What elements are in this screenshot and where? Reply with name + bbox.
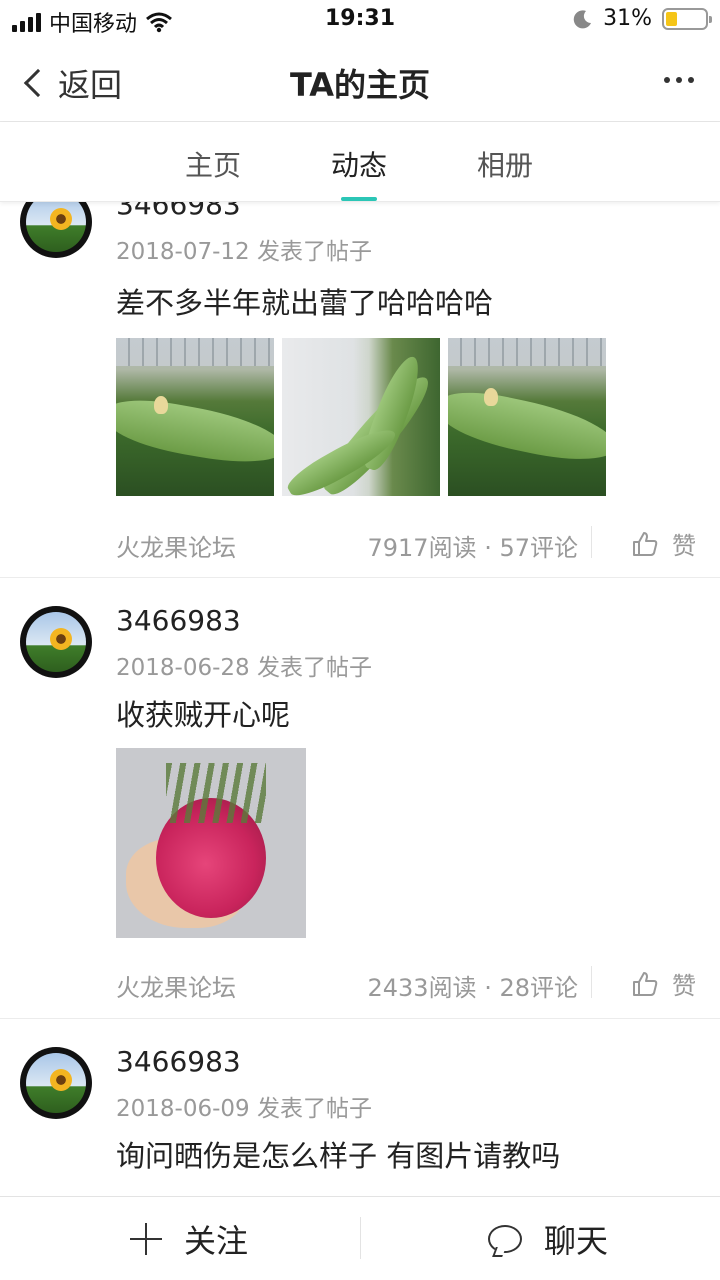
status-bar: 中国移动 19:31 31% (0, 0, 720, 40)
thumbs-up-icon (632, 971, 658, 997)
thumbs-up-icon (632, 531, 658, 557)
more-icon[interactable] (664, 77, 694, 83)
divider (360, 1217, 361, 1259)
chat-button[interactable]: 聊天 (488, 1197, 608, 1280)
post-date: 2018-06-28 (116, 655, 250, 681)
post-image[interactable] (448, 338, 606, 496)
post-action: 发表了帖子 (256, 655, 372, 681)
avatar[interactable] (20, 1047, 92, 1119)
post-footer: 火龙果论坛 7917阅读 · 57评论 赞 (116, 522, 696, 562)
sunflower-icon (50, 628, 72, 650)
status-right: 31% (573, 6, 712, 31)
post-stats: 7917阅读 · 57评论 (367, 534, 578, 562)
post-username[interactable]: 3466983 (116, 1045, 241, 1078)
sunflower-icon (50, 1069, 72, 1091)
post-content: 询问晒伤是怎么样子 有图片请教吗 (116, 1139, 561, 1173)
active-tab-indicator (341, 197, 377, 201)
follow-label: 关注 (184, 1222, 249, 1260)
forum-link[interactable]: 火龙果论坛 (116, 968, 236, 1003)
battery-icon (662, 7, 712, 30)
post-date: 2018-07-12 (116, 239, 250, 265)
post-username[interactable]: 3466983 (116, 604, 241, 637)
feed-post[interactable]: 3466983 2018-07-12 发表了帖子 差不多半年就出蕾了哈哈哈哈 火… (0, 202, 720, 578)
follow-button[interactable]: 关注 (130, 1197, 248, 1280)
tab-home[interactable]: 主页 (153, 144, 273, 184)
like-button[interactable]: 赞 (632, 966, 696, 1001)
moon-icon (573, 9, 592, 28)
tab-album[interactable]: 相册 (445, 144, 565, 184)
post-content: 差不多半年就出蕾了哈哈哈哈 (116, 286, 494, 320)
post-content: 收获贼开心呢 (116, 698, 291, 732)
forum-link[interactable]: 火龙果论坛 (116, 528, 236, 563)
battery-percent: 31% (603, 6, 652, 31)
chat-label: 聊天 (544, 1222, 609, 1260)
post-date: 2018-06-09 (116, 1096, 250, 1122)
post-image[interactable] (282, 338, 440, 496)
post-image[interactable] (116, 748, 306, 938)
post-username[interactable]: 3466983 (116, 202, 241, 221)
divider (591, 966, 592, 998)
tab-activity[interactable]: 动态 (299, 144, 419, 184)
post-image[interactable] (116, 338, 274, 496)
plus-icon (130, 1223, 162, 1255)
chat-bubble-icon (488, 1225, 522, 1253)
avatar[interactable] (20, 606, 92, 678)
avatar[interactable] (20, 202, 92, 258)
like-label: 赞 (672, 532, 696, 560)
nav-bar: 返回 TA的主页 (0, 40, 720, 122)
post-meta: 2018-06-09 发表了帖子 (116, 1089, 372, 1123)
post-action: 发表了帖子 (256, 239, 372, 265)
post-meta: 2018-06-28 发表了帖子 (116, 648, 372, 682)
divider (591, 526, 592, 558)
post-stats: 2433阅读 · 28评论 (367, 974, 578, 1002)
page-title: TA的主页 (289, 66, 431, 104)
feed-post[interactable]: 3466983 2018-06-28 发表了帖子 收获贼开心呢 火龙果论坛 24… (0, 578, 720, 1019)
like-label: 赞 (672, 972, 696, 1000)
post-action: 发表了帖子 (256, 1096, 372, 1122)
feed-list: 3466983 2018-07-12 发表了帖子 差不多半年就出蕾了哈哈哈哈 火… (0, 202, 720, 1196)
post-meta: 2018-07-12 发表了帖子 (116, 232, 372, 266)
tab-bar: 主页 动态 相册 (0, 122, 720, 202)
sunflower-icon (50, 208, 72, 230)
feed-post[interactable]: 3466983 2018-06-09 发表了帖子 询问晒伤是怎么样子 有图片请教… (0, 1019, 720, 1196)
post-footer: 火龙果论坛 2433阅读 · 28评论 赞 (116, 962, 696, 1002)
bottom-action-bar: 关注 聊天 (0, 1196, 720, 1280)
like-button[interactable]: 赞 (632, 526, 696, 561)
